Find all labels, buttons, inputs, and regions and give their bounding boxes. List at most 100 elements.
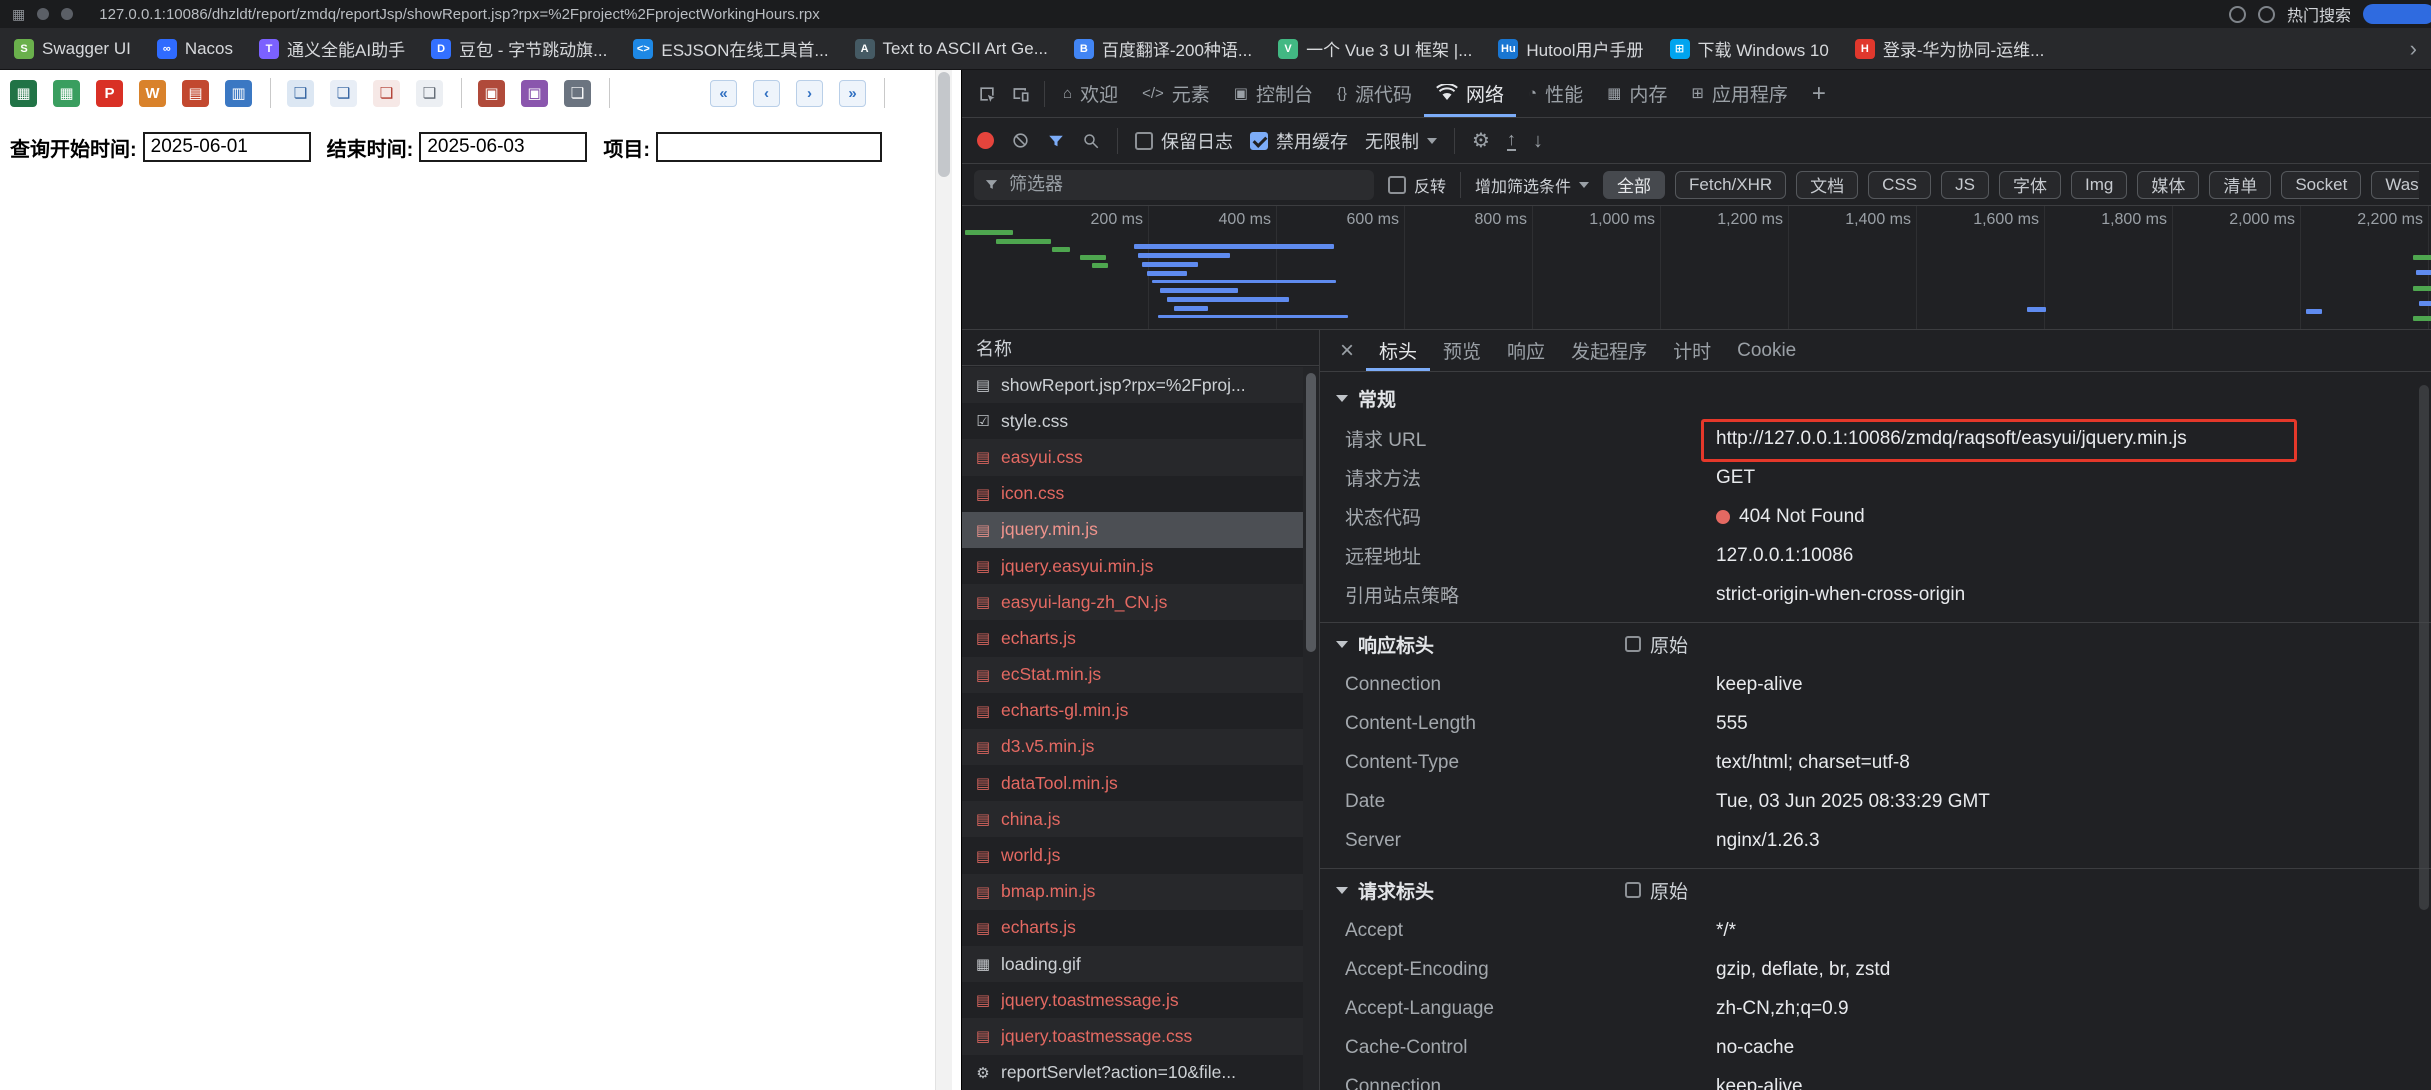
first-page-icon[interactable]: « [710, 79, 737, 107]
request-list-header[interactable]: 名称 [962, 330, 1319, 366]
bookmark-item[interactable]: B 百度翻译-200种语... [1073, 36, 1252, 61]
tab-sources[interactable]: {} 源代码 [1325, 70, 1424, 117]
export-archive-icon[interactable]: ▣ [521, 79, 548, 107]
page-scrollbar-thumb[interactable] [938, 72, 950, 177]
request-row[interactable]: ▤ jquery.toastmessage.js [962, 982, 1303, 1018]
tab-elements[interactable]: </> 元素 [1130, 70, 1222, 117]
export-pdf-icon[interactable]: P [96, 79, 123, 107]
raw-headers-toggle[interactable]: 原始 [1625, 877, 1688, 904]
export-word-icon[interactable]: W [139, 79, 166, 107]
request-row[interactable]: ☑ style.css [962, 403, 1303, 439]
request-list-scrollbar[interactable] [1303, 367, 1319, 1090]
tab-network[interactable]: 网络 [1424, 70, 1516, 117]
request-row[interactable]: ▤ echarts.js [962, 910, 1303, 946]
request-row[interactable]: ▤ icon.css [962, 476, 1303, 512]
request-headers-header[interactable]: 请求标头 原始 [1320, 869, 2431, 911]
preserve-log-toggle[interactable]: 保留日志 [1135, 128, 1233, 154]
request-row[interactable]: ▤ jquery.toastmessage.css [962, 1018, 1303, 1055]
filter-pill[interactable]: JS [1941, 170, 1989, 199]
disable-cache-toggle[interactable]: 禁用缓存 [1250, 128, 1348, 154]
request-row[interactable]: ▤ bmap.min.js [962, 873, 1303, 910]
tab-memory[interactable]: ▦ 内存 [1595, 70, 1679, 117]
request-row[interactable]: ▤ easyui-lang-zh_CN.js [962, 584, 1303, 621]
print-icon[interactable]: ❏ [287, 79, 314, 107]
request-row[interactable]: ▤ showReport.jsp?rpx=%2Fproj... [962, 367, 1303, 404]
export-report-icon[interactable]: ▣ [478, 79, 505, 107]
filter-pill[interactable]: 全部 [1603, 170, 1666, 199]
request-row[interactable]: ▤ echarts.js [962, 620, 1303, 656]
filter-pill[interactable]: 字体 [1998, 170, 2061, 199]
bookmark-item[interactable]: A Text to ASCII Art Ge... [854, 38, 1048, 59]
invert-filter-toggle[interactable]: 反转 [1388, 173, 1446, 197]
request-row[interactable]: ▤ ecStat.min.js [962, 656, 1303, 693]
tab-cookies[interactable]: Cookie [1724, 330, 1809, 371]
tab-preview[interactable]: 预览 [1430, 330, 1494, 371]
request-list-scrollbar-thumb[interactable] [1306, 373, 1316, 652]
export-har-icon[interactable]: ↓ [1533, 131, 1543, 151]
extension-pill[interactable] [2363, 4, 2431, 24]
tab-timing[interactable]: 计时 [1660, 330, 1724, 371]
request-row[interactable]: ▤ world.js [962, 837, 1303, 873]
tab-initiator[interactable]: 发起程序 [1558, 330, 1660, 371]
filter-input[interactable] [1007, 173, 1364, 196]
checkbox-unchecked-icon[interactable] [1625, 636, 1641, 652]
bookmark-item[interactable]: <> ESJSON在线工具首... [633, 36, 829, 61]
import-har-icon[interactable]: ↑ [1506, 130, 1516, 151]
throttling-select[interactable]: 无限制 [1365, 128, 1437, 154]
filter-icon[interactable] [1047, 132, 1065, 150]
tab-console[interactable]: ▣ 控制台 [1222, 70, 1325, 117]
filter-pill[interactable]: CSS [1868, 170, 1932, 199]
next-page-icon[interactable]: › [796, 79, 823, 107]
raw-headers-toggle[interactable]: 原始 [1625, 631, 1688, 658]
bookmarks-overflow-chevron-icon[interactable]: › [2396, 36, 2417, 62]
more-filters-button[interactable]: 增加筛选条件 [1475, 173, 1590, 197]
checkbox-unchecked-icon[interactable] [1135, 131, 1153, 150]
export-excel-paged-icon[interactable]: ▦ [53, 79, 80, 107]
pinned-tab-icon[interactable] [61, 8, 74, 20]
details-scrollbar[interactable] [2419, 385, 2429, 910]
filter-field[interactable] [974, 169, 1374, 200]
page-scrollbar[interactable] [935, 70, 952, 1090]
checkbox-unchecked-icon[interactable] [1388, 175, 1406, 194]
checkbox-checked-icon[interactable] [1250, 131, 1268, 150]
response-headers-header[interactable]: 响应标头 原始 [1320, 623, 2431, 665]
filter-pill[interactable]: 媒体 [2137, 170, 2200, 199]
more-panels-button[interactable]: + [1800, 80, 1838, 108]
export-image-icon[interactable]: ▤ [182, 79, 209, 107]
network-overview[interactable]: 200 ms 400 ms 600 ms 800 ms 1,000 ms 1,2… [962, 206, 2431, 330]
filter-pill[interactable]: 清单 [2209, 170, 2272, 199]
bookmark-item[interactable]: H 登录-华为协同-运维... [1854, 36, 2044, 61]
request-row[interactable]: ▤ jquery.easyui.min.js [962, 548, 1303, 584]
apps-grid-icon[interactable]: ▦ [12, 6, 25, 23]
request-row[interactable]: ▤ d3.v5.min.js [962, 728, 1303, 766]
tab-application[interactable]: ⊞ 应用程序 [1679, 70, 1800, 117]
export-excel-icon[interactable]: ▦ [10, 79, 37, 107]
search-icon[interactable] [1082, 132, 1100, 150]
bookmark-item[interactable]: T 通义全能AI助手 [259, 36, 405, 61]
name-column-header[interactable]: 名称 [976, 335, 1012, 361]
print-setup-icon[interactable]: ❏ [373, 79, 400, 107]
printer-icon[interactable]: ❏ [564, 79, 591, 107]
tab-performance[interactable]: ◔ 性能 [1516, 70, 1595, 117]
url-text[interactable]: 127.0.0.1:10086/dhzldt/report/zmdq/repor… [99, 6, 820, 23]
save-report-icon[interactable]: ▥ [225, 79, 252, 107]
start-date-input[interactable] [142, 132, 311, 162]
extension-icon[interactable] [2228, 5, 2246, 23]
extension-icon[interactable] [2257, 5, 2275, 23]
tab-welcome[interactable]: ⌂ 欢迎 [1051, 70, 1130, 117]
inspect-icon[interactable] [970, 77, 1004, 111]
bookmark-item[interactable]: Hu Hutool用户手册 [1498, 36, 1644, 61]
filter-pill[interactable]: 文档 [1796, 170, 1859, 199]
request-row[interactable]: ▤ dataTool.min.js [962, 765, 1303, 801]
bookmark-item[interactable]: V 一个 Vue 3 UI 框架 |... [1278, 36, 1472, 61]
close-icon[interactable]: × [1328, 338, 1366, 363]
bookmark-item[interactable]: S Swagger UI [14, 38, 131, 59]
request-row[interactable]: ▤ echarts-gl.min.js [962, 693, 1303, 729]
network-conditions-icon[interactable]: ⚙ [1472, 131, 1490, 151]
checkbox-unchecked-icon[interactable] [1625, 882, 1641, 898]
general-section-header[interactable]: 常规 [1320, 377, 2431, 419]
pinned-tab-icon[interactable] [37, 8, 50, 20]
print-current-page-icon[interactable]: ❏ [416, 79, 443, 107]
filter-pill[interactable]: Socket [2281, 170, 2362, 199]
filter-pill[interactable]: Img [2070, 170, 2128, 199]
